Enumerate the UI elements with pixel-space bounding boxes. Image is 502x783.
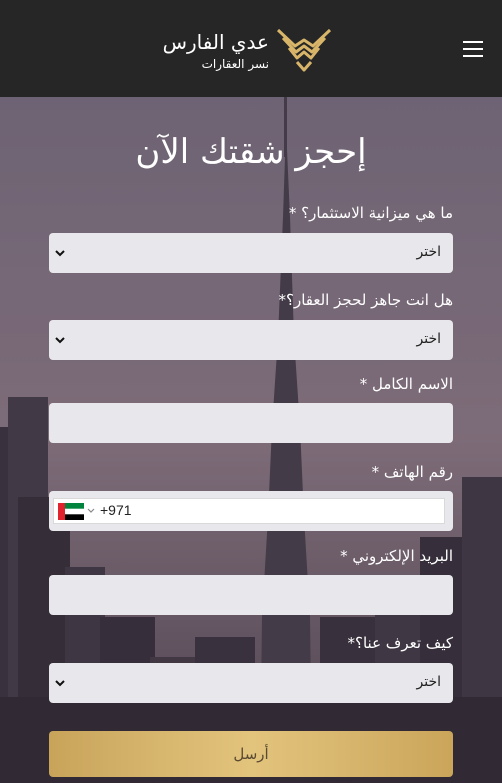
ready-select[interactable]: اختر [49, 320, 453, 360]
chevron-down-icon [55, 680, 65, 687]
ready-label: هل انت جاهز لحجز العقار؟* [278, 291, 454, 309]
full-name-input[interactable] [49, 403, 453, 443]
hamburger-menu-icon[interactable] [463, 41, 483, 57]
name-label: الاسم الكامل * [359, 375, 453, 393]
uae-flag-icon[interactable] [58, 503, 84, 520]
chevron-down-icon [55, 337, 65, 344]
source-select-value: اختر [416, 674, 442, 690]
form-title: إحجز شقتك الآن [135, 132, 367, 172]
phone-input[interactable]: +971 [53, 498, 445, 524]
phone-label: رقم الهاتف * [371, 463, 453, 481]
budget-select-value: اختر [416, 244, 442, 260]
brand-subtitle: نسر العقارات [201, 57, 269, 71]
email-input[interactable] [49, 575, 453, 615]
chevron-down-icon [87, 508, 95, 513]
email-label: البريد الإلكتروني * [340, 547, 453, 565]
eagle-wings-logo-icon [276, 28, 332, 72]
site-header: عدي الفارس نسر العقارات [0, 0, 502, 97]
brand-logo[interactable]: عدي الفارس نسر العقارات [163, 24, 335, 78]
chevron-down-icon [55, 250, 65, 257]
phone-field[interactable]: +971 [49, 491, 453, 531]
dial-code: +971 [100, 502, 132, 518]
budget-label: ما هي ميزانية الاستثمار؟ * [288, 204, 453, 222]
source-label: كيف تعرف عنا؟* [347, 634, 453, 652]
submit-button[interactable]: أرسل [49, 731, 453, 777]
budget-select[interactable]: اختر [49, 233, 453, 273]
brand-title: عدي الفارس [162, 30, 269, 54]
source-select[interactable]: اختر [49, 663, 453, 703]
ready-select-value: اختر [416, 331, 442, 347]
